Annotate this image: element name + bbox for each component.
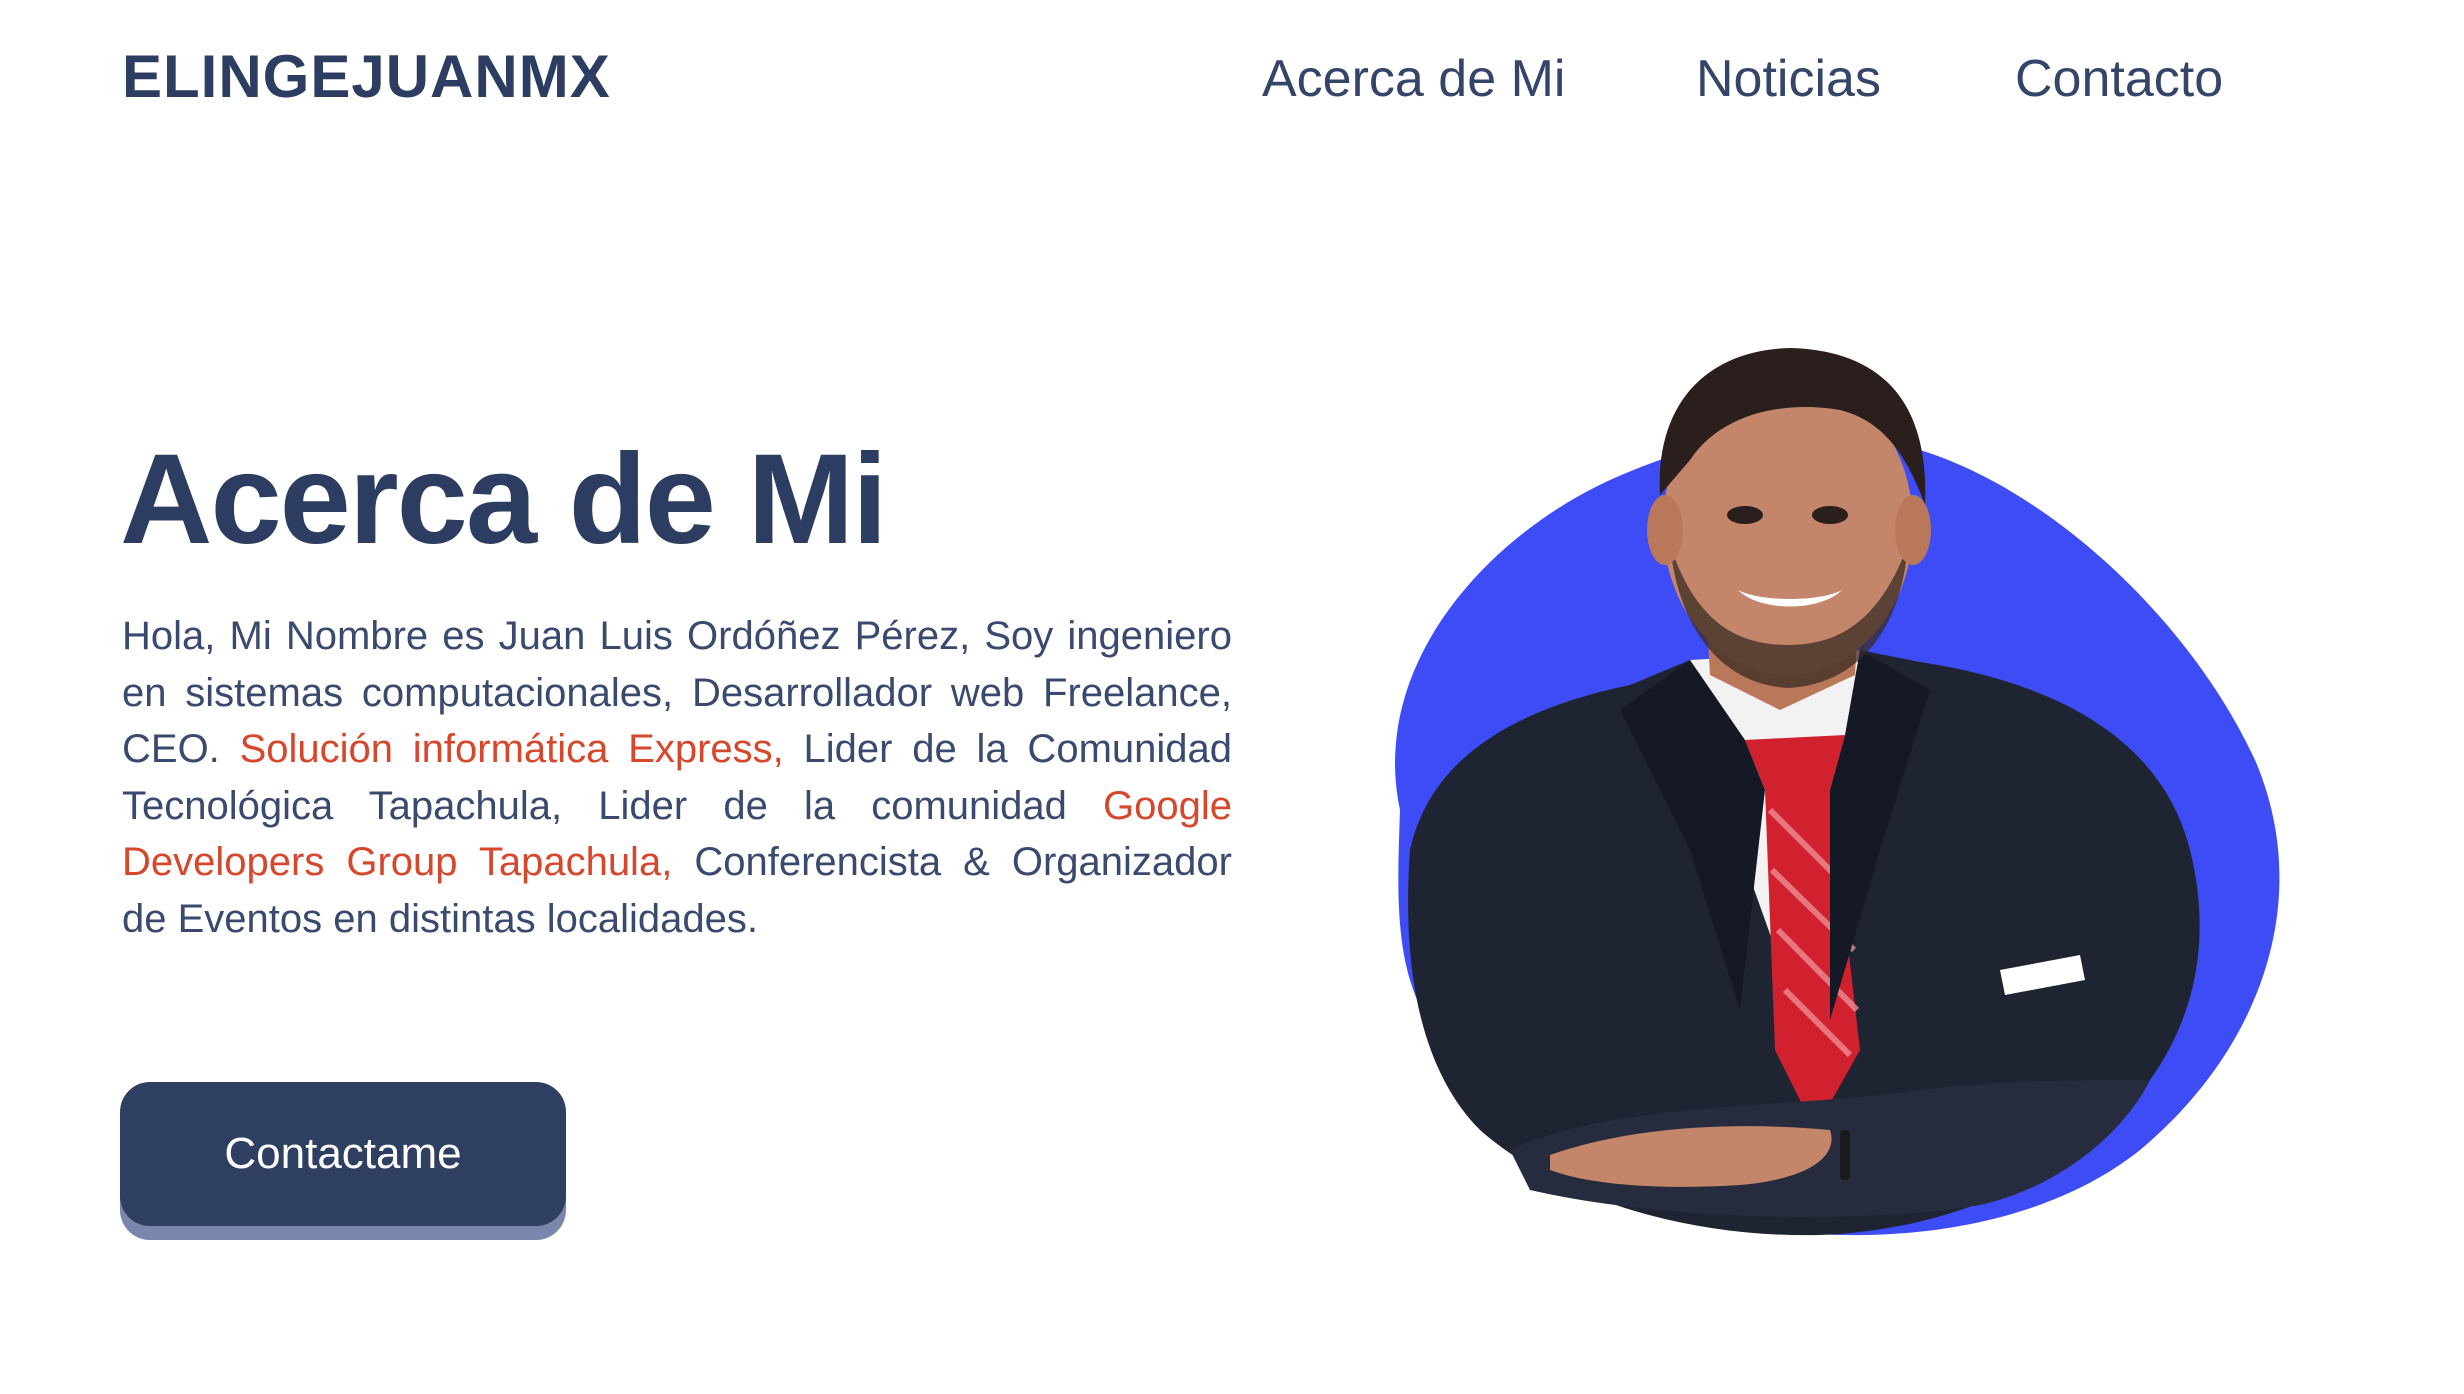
main-nav: Acerca de Mi Noticias Contacto [0,44,2464,114]
contact-button[interactable]: Contactame [120,1082,566,1226]
person-figure [1408,348,2200,1236]
portrait-illustration [1395,348,2280,1236]
nav-link-contact[interactable]: Contacto [2015,44,2223,114]
site-header: ELINGEJUANMX Acerca de Mi Noticias Conta… [0,0,2464,160]
highlight-link[interactable]: Solución informática Express, [240,727,784,771]
portrait-image [1360,290,2280,1240]
nav-link-news[interactable]: Noticias [1696,44,1881,114]
nav-link-about[interactable]: Acerca de Mi [1262,44,1565,114]
about-paragraph: Hola, Mi Nombre es Juan Luis Ordóñez Pér… [122,608,1232,947]
page-title: Acerca de Mi [120,428,888,571]
